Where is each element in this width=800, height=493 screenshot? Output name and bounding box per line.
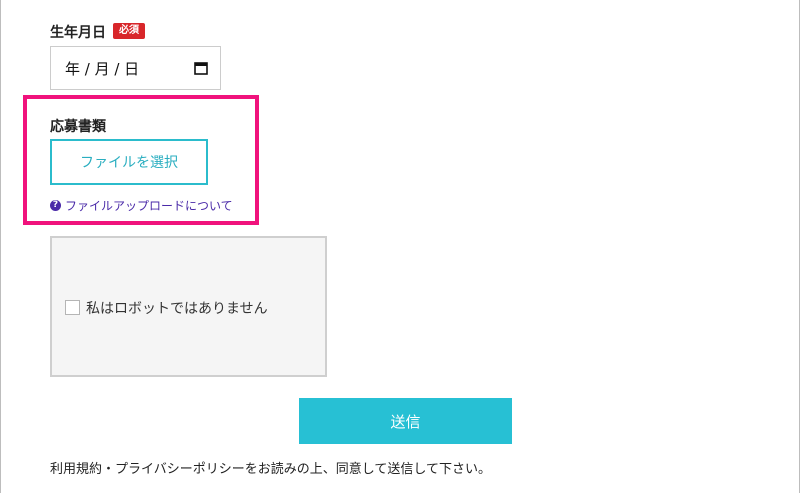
birthdate-input[interactable]: 年 / 月 / 日 xyxy=(50,46,221,90)
date-placeholder: 年 / 月 / 日 xyxy=(65,59,140,78)
file-upload-help-link[interactable]: ? ファイルアップロードについて xyxy=(50,197,233,214)
left-border xyxy=(0,0,1,493)
question-circle-icon: ? xyxy=(50,200,61,211)
application-docs-label: 応募書類 xyxy=(50,119,106,135)
captcha-widget: 私はロボットではありません xyxy=(50,236,327,377)
choose-file-button[interactable]: ファイルを選択 xyxy=(50,139,208,185)
submit-button[interactable]: 送信 xyxy=(299,398,512,444)
captcha-label: 私はロボットではありません xyxy=(86,301,268,317)
required-badge: 必須 xyxy=(113,23,145,39)
help-link-text: ファイルアップロードについて xyxy=(65,199,233,213)
captcha-checkbox[interactable] xyxy=(65,300,80,315)
calendar-icon[interactable] xyxy=(194,61,208,79)
birthdate-label: 生年月日 xyxy=(50,25,106,41)
terms-note: 利用規約・プライバシーポリシーをお読みの上、同意して送信して下さい。 xyxy=(50,462,491,477)
